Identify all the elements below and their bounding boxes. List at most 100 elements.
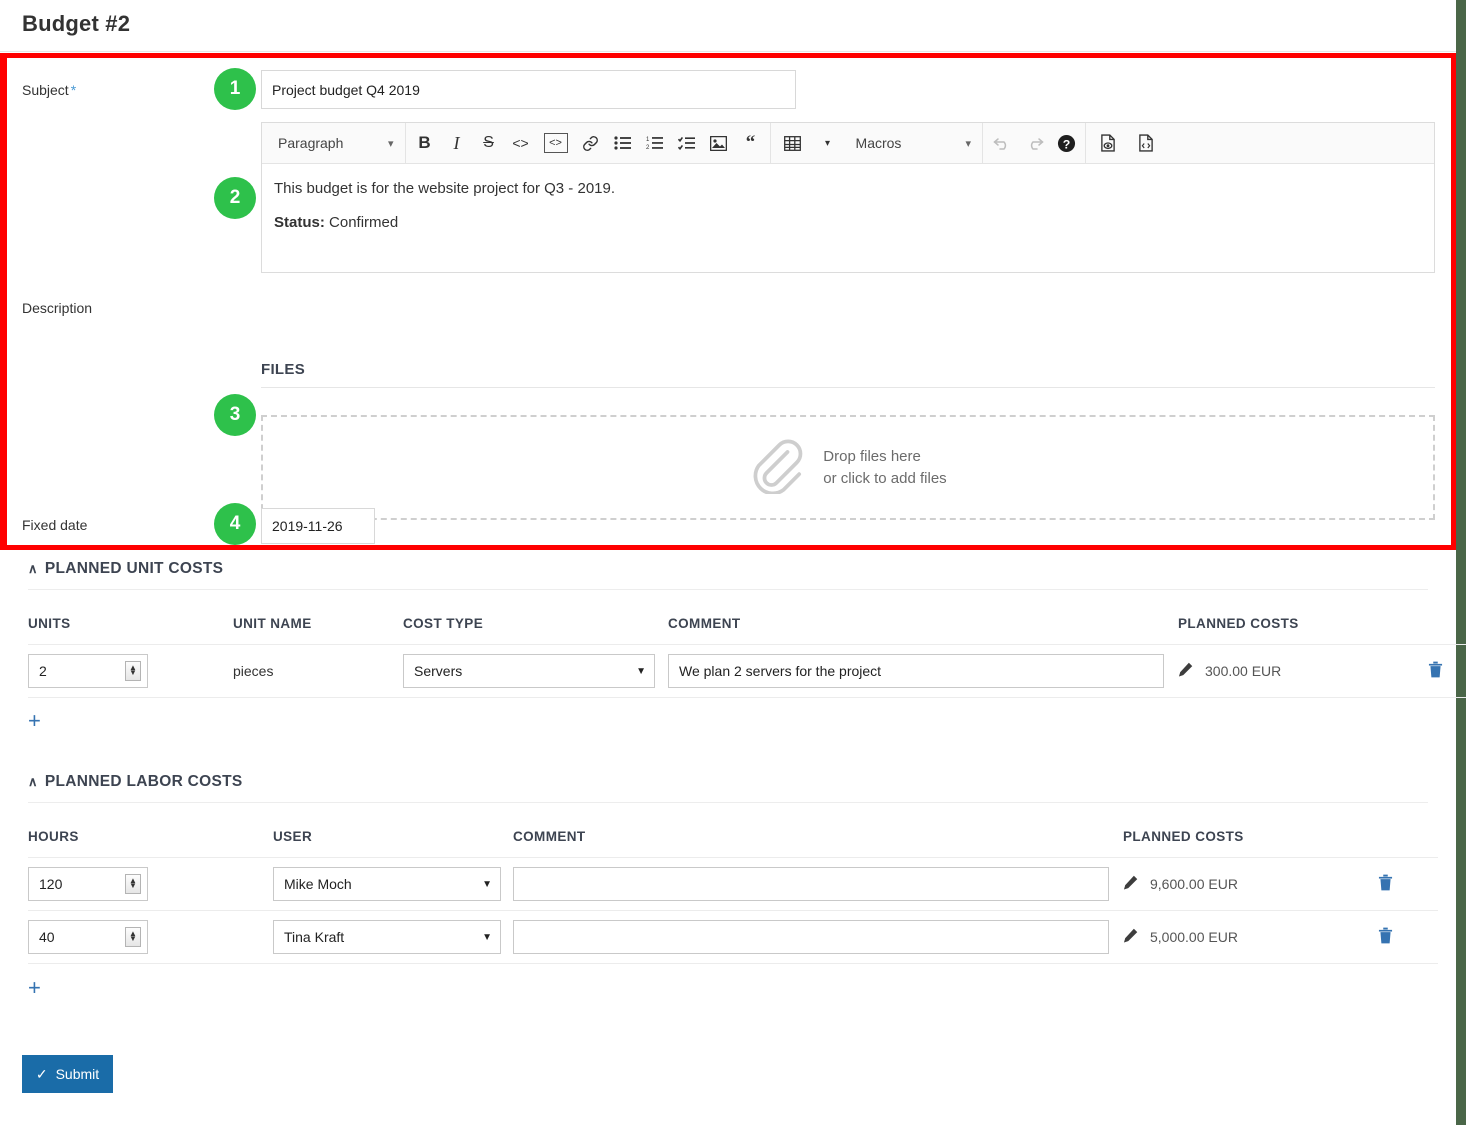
chevron-down-icon: ▼: [636, 666, 646, 677]
toolbar-divider: [1085, 123, 1086, 164]
annotation-badge-4: 4: [214, 503, 256, 545]
edit-pencil-icon[interactable]: [1123, 928, 1138, 946]
numbered-list-icon[interactable]: 1 2: [639, 123, 671, 164]
planned-labor-costs-section: ∧ PLANNED LABOR COSTS HOURS USER COMMENT…: [0, 773, 1456, 999]
check-icon: ✓: [36, 1066, 48, 1083]
planned-cost-value: 9,600.00 EUR: [1150, 876, 1238, 892]
chevron-up-icon: ∧: [28, 561, 38, 577]
hours-value: 40: [29, 929, 55, 945]
files-section-title: FILES: [261, 361, 1435, 388]
description-editor-body[interactable]: This budget is for the website project f…: [262, 164, 1434, 272]
labor-comment-input[interactable]: [513, 920, 1109, 954]
user-select[interactable]: Tina Kraft ▼: [273, 920, 501, 954]
planned-unit-costs-header[interactable]: ∧ PLANNED UNIT COSTS: [0, 560, 1456, 578]
paragraph-style-select[interactable]: Paragraph ▾: [266, 123, 402, 164]
column-cost-type: COST TYPE: [403, 590, 668, 645]
unit-costs-table: UNITS UNIT NAME COST TYPE COMMENT PLANNE…: [28, 590, 1466, 698]
subject-input[interactable]: [261, 70, 796, 109]
task-list-icon[interactable]: [671, 123, 703, 164]
description-paragraph-1: This budget is for the website project f…: [274, 178, 1422, 200]
table-chevron-down-icon[interactable]: ▾: [812, 123, 844, 164]
add-labor-cost-row-button[interactable]: +: [28, 977, 41, 999]
delete-row-icon[interactable]: [1378, 931, 1393, 947]
planned-labor-costs-header[interactable]: ∧ PLANNED LABOR COSTS: [0, 773, 1456, 791]
unit-cost-comment-input[interactable]: [668, 654, 1164, 688]
edit-pencil-icon[interactable]: [1178, 662, 1193, 680]
bullet-list-icon[interactable]: [607, 123, 639, 164]
status-value: Confirmed: [329, 214, 398, 231]
planned-cost-display: 9,600.00 EUR: [1123, 875, 1378, 893]
annotation-badge-3: 3: [214, 394, 256, 436]
macros-select[interactable]: Macros ▾: [844, 123, 980, 164]
unit-costs-actions-cell: [1428, 645, 1466, 698]
units-stepper[interactable]: 2 ▲▼: [28, 654, 148, 688]
macros-label: Macros: [856, 135, 952, 151]
column-planned-costs: PLANNED COSTS: [1178, 590, 1428, 645]
help-icon[interactable]: ?: [1050, 123, 1082, 164]
quote-icon[interactable]: “: [735, 123, 767, 164]
units-value: 2: [29, 663, 47, 679]
delete-row-icon[interactable]: [1428, 665, 1443, 681]
add-unit-cost-row-button[interactable]: +: [28, 710, 41, 732]
column-unit-name: UNIT NAME: [233, 590, 403, 645]
source-code-icon[interactable]: [1127, 123, 1165, 164]
inline-code-icon[interactable]: <>: [505, 123, 537, 164]
link-icon[interactable]: [575, 123, 607, 164]
labor-planned-costs-cell: 9,600.00 EUR: [1123, 858, 1378, 911]
svg-text:1: 1: [646, 137, 650, 143]
user-value: Mike Moch: [284, 876, 352, 892]
unit-costs-units-cell: 2 ▲▼: [28, 645, 233, 698]
units-stepper-arrows[interactable]: ▲▼: [125, 661, 141, 681]
stepper-down-icon: ▼: [129, 671, 137, 676]
dropzone-line-1: Drop files here: [823, 448, 921, 465]
undo-icon[interactable]: [986, 123, 1018, 164]
column-comment: COMMENT: [513, 803, 1123, 858]
submit-button[interactable]: ✓ Submit: [22, 1055, 113, 1093]
chevron-up-icon: ∧: [28, 774, 38, 790]
chevron-down-icon: ▾: [966, 137, 972, 150]
preview-icon[interactable]: [1089, 123, 1127, 164]
page-header: Budget #2: [0, 0, 1456, 52]
labor-costs-header-row: HOURS USER COMMENT PLANNED COSTS: [28, 803, 1438, 858]
strikethrough-icon[interactable]: S: [473, 123, 505, 164]
user-select[interactable]: Mike Moch ▼: [273, 867, 501, 901]
planned-labor-costs-title: PLANNED LABOR COSTS: [45, 773, 243, 791]
cost-type-value: Servers: [414, 663, 462, 679]
stepper-down-icon: ▼: [129, 937, 137, 942]
column-units: UNITS: [28, 590, 233, 645]
hours-stepper[interactable]: 120 ▲▼: [28, 867, 148, 901]
description-label: Description: [22, 300, 92, 316]
labor-user-cell: Tina Kraft ▼: [273, 911, 513, 964]
labor-user-cell: Mike Moch ▼: [273, 858, 513, 911]
labor-comment-input[interactable]: [513, 867, 1109, 901]
planned-cost-display: 300.00 EUR: [1178, 662, 1428, 680]
image-icon[interactable]: [703, 123, 735, 164]
labor-costs-table: HOURS USER COMMENT PLANNED COSTS 120 ▲▼: [28, 803, 1438, 964]
labor-comment-cell: [513, 858, 1123, 911]
redo-icon[interactable]: [1018, 123, 1050, 164]
delete-row-icon[interactable]: [1378, 878, 1393, 894]
cost-type-select[interactable]: Servers ▼: [403, 654, 655, 688]
fixed-date-input[interactable]: [261, 508, 375, 544]
hours-stepper-arrows[interactable]: ▲▼: [125, 927, 141, 947]
hours-stepper-arrows[interactable]: ▲▼: [125, 874, 141, 894]
subject-label: Subject*: [22, 82, 76, 98]
toolbar-divider: [982, 123, 983, 164]
file-dropzone[interactable]: Drop files here or click to add files: [261, 415, 1435, 520]
italic-icon[interactable]: I: [441, 123, 473, 164]
chevron-down-icon: ▼: [482, 932, 492, 943]
code-block-icon[interactable]: <>: [537, 123, 575, 164]
labor-actions-cell: [1378, 858, 1438, 911]
labor-actions-cell: [1378, 911, 1438, 964]
user-value: Tina Kraft: [284, 929, 344, 945]
status-label: Status:: [274, 214, 325, 231]
table-icon[interactable]: [774, 123, 812, 164]
bold-icon[interactable]: B: [409, 123, 441, 164]
unit-costs-cost-type-cell: Servers ▼: [403, 645, 668, 698]
edit-pencil-icon[interactable]: [1123, 875, 1138, 893]
hours-stepper[interactable]: 40 ▲▼: [28, 920, 148, 954]
unit-costs-planned-costs-cell: 300.00 EUR: [1178, 645, 1428, 698]
stepper-down-icon: ▼: [129, 884, 137, 889]
planned-cost-value: 5,000.00 EUR: [1150, 929, 1238, 945]
budget-form-area: Subject* 1 Description 2 Paragraph ▾ B I…: [0, 53, 1456, 550]
